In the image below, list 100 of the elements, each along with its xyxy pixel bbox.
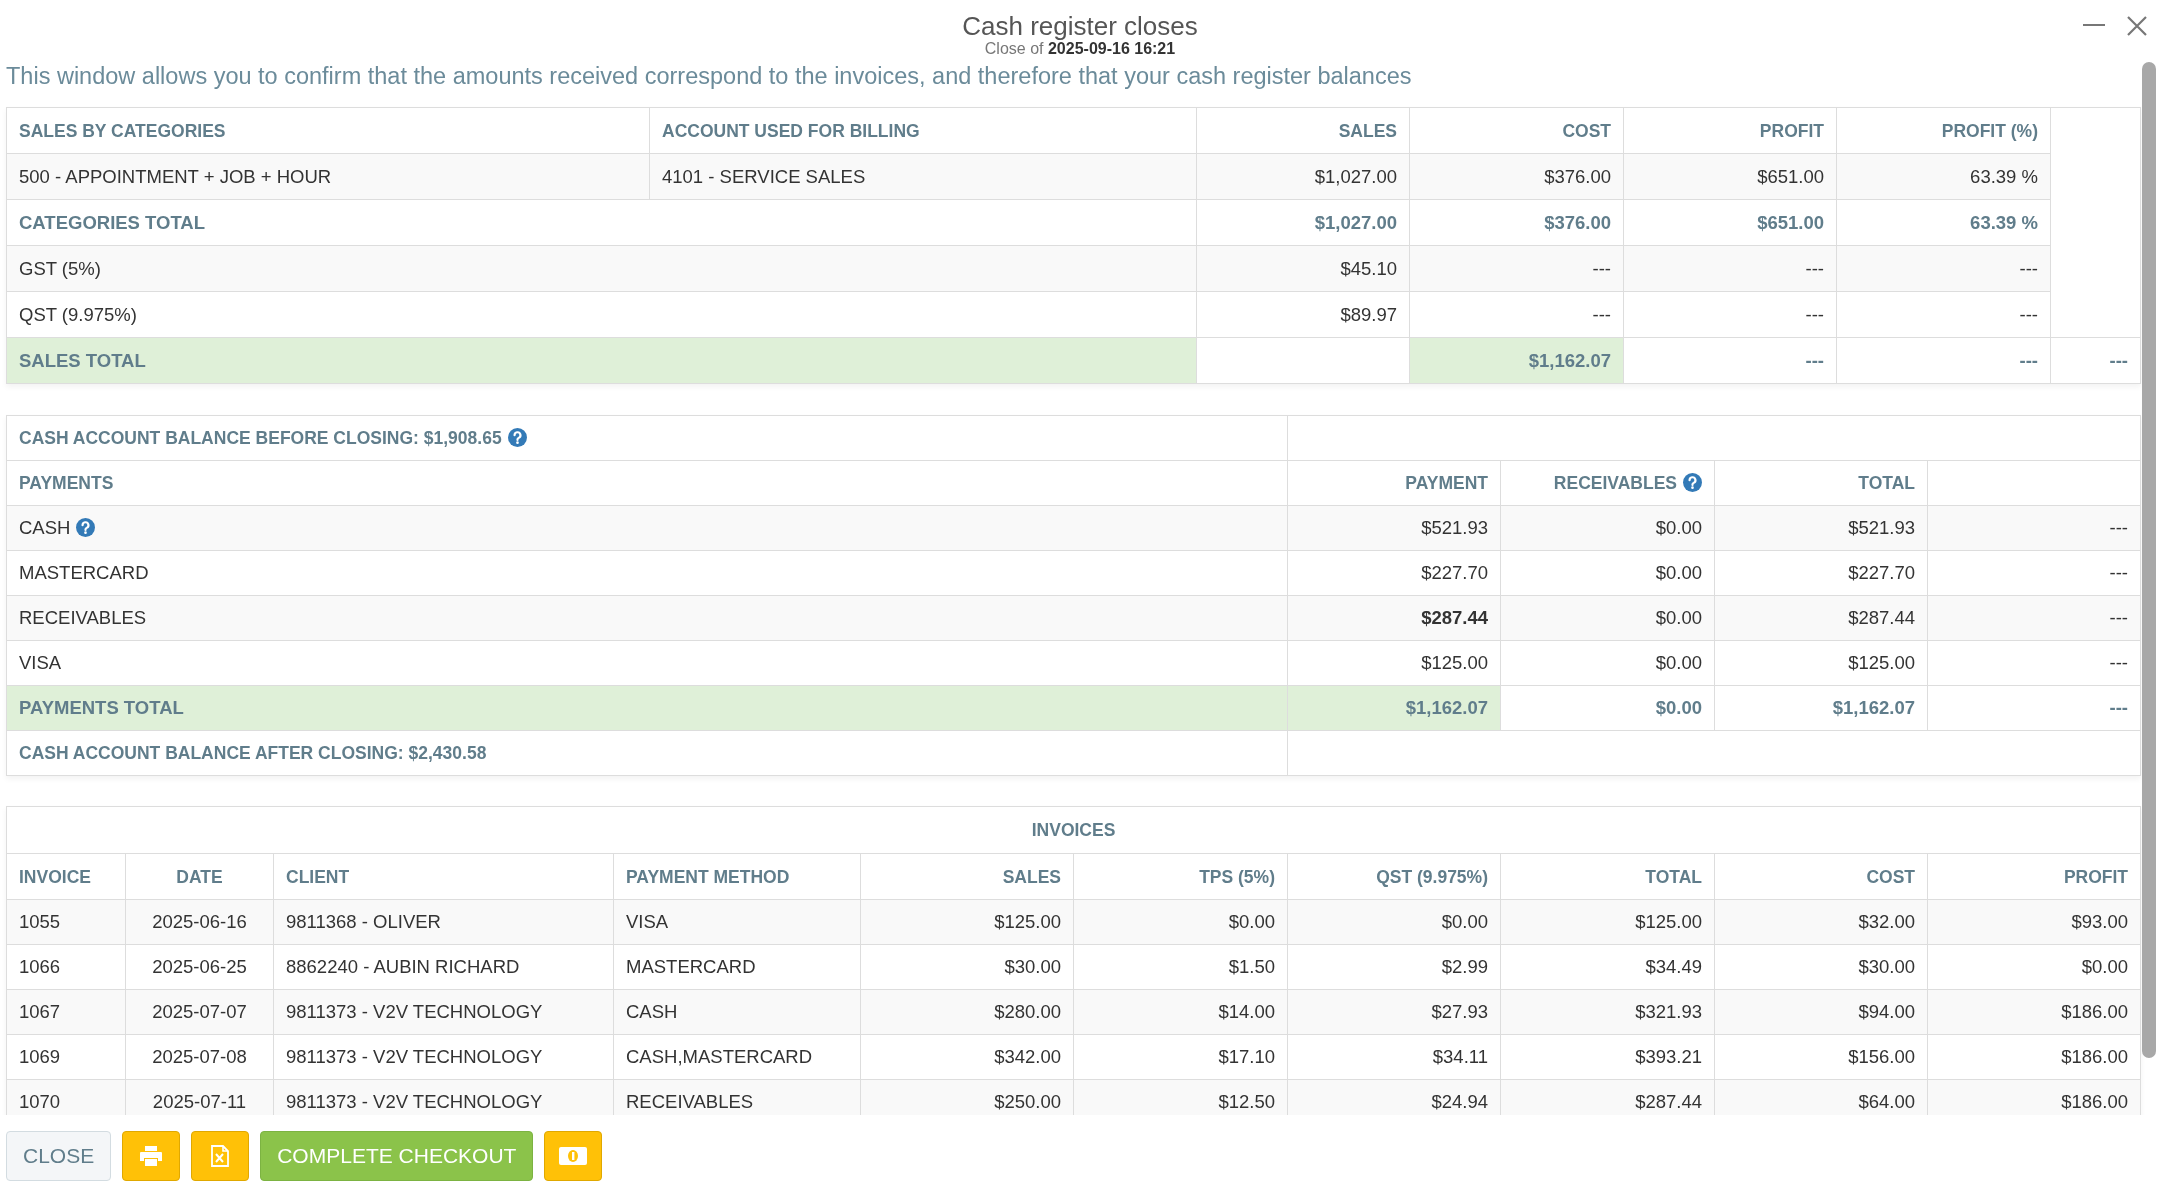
table-cell: $125.00: [860, 899, 1074, 945]
table-header: QST (9.975%): [1287, 853, 1501, 900]
payment-method: VISA: [19, 652, 62, 673]
table-header: SALES BY CATEGORIES: [6, 107, 650, 154]
table-header: TPS (5%): [1073, 853, 1288, 900]
table-cell: $1,162.07: [1409, 337, 1624, 384]
export-button[interactable]: [191, 1131, 250, 1181]
table-cell: ---: [1836, 337, 2051, 384]
file-x-icon: [211, 1145, 230, 1167]
table-cell: ---: [1409, 245, 1624, 292]
table-cell: $287.44: [1287, 595, 1501, 641]
table-cell: $125.00: [1500, 899, 1715, 945]
table-cell: ---: [1623, 337, 1837, 384]
table-cell: ---: [1927, 550, 2141, 596]
table-cell: 2025-07-08: [125, 1034, 274, 1080]
table-header: PAYMENT METHOD: [613, 853, 861, 900]
help-icon[interactable]: [76, 518, 96, 537]
table-cell: ---: [2050, 337, 2141, 384]
column-header: RECEIVABLES: [1553, 473, 1677, 493]
table-cell: 1067: [6, 989, 126, 1035]
table-cell: SALES TOTAL: [6, 337, 1197, 384]
table-cell: $2.99: [1287, 944, 1501, 990]
table-cell: $45.10: [1196, 245, 1410, 292]
table-cell: 63.39 %: [1836, 199, 2051, 246]
window-subtitle: Close of 2025-09-16 16:21: [984, 41, 1176, 57]
table-cell: $89.97: [1196, 291, 1410, 338]
cash-button[interactable]: [544, 1131, 603, 1181]
table-cell: $1,027.00: [1196, 199, 1410, 246]
help-icon[interactable]: [507, 428, 527, 447]
table-cell: CATEGORIES TOTAL: [6, 199, 1197, 246]
table-cell: $27.93: [1287, 989, 1501, 1035]
table-cell: $30.00: [860, 944, 1074, 990]
table-header: INVOICES: [6, 806, 2141, 854]
table-cell: $321.93: [1500, 989, 1715, 1035]
table-header: COST: [1714, 853, 1928, 900]
table-cell: 9811373 - V2V TECHNOLOGY: [273, 1034, 614, 1080]
table-header: PROFIT: [1927, 853, 2141, 900]
print-button[interactable]: [122, 1131, 181, 1181]
table-cell: $17.10: [1073, 1034, 1288, 1080]
table-cell: 1066: [6, 944, 126, 990]
table-cell: $0.00: [1073, 899, 1288, 945]
scrollbar-thumb[interactable]: [2142, 62, 2156, 1058]
balance-text: CASH ACCOUNT BALANCE BEFORE CLOSING: $1,908.65: [19, 428, 502, 448]
table-cell: PAYMENTS TOTAL: [6, 685, 1288, 731]
table-cell: 9811368 - OLIVER: [273, 899, 614, 945]
table-cell: $651.00: [1623, 199, 1837, 246]
table-cell: $0.00: [1500, 685, 1715, 731]
table-cell: $1,162.07: [1714, 685, 1928, 731]
table-cell: $227.70: [1714, 550, 1928, 596]
balance-text: CASH ACCOUNT BALANCE AFTER CLOSING: $2,430.58: [19, 743, 487, 763]
table-header: PROFIT: [1623, 107, 1837, 154]
table-cell: $0.00: [1500, 595, 1715, 641]
table-cell: $521.93: [1714, 505, 1928, 551]
table-cell: ---: [1927, 505, 2141, 551]
table-cell: MASTERCARD: [613, 944, 861, 990]
close-button[interactable]: CLOSE: [6, 1131, 112, 1181]
table-cell: GST (5%): [6, 245, 1197, 292]
table-cell: 2025-06-16: [125, 899, 274, 945]
table-cell: $156.00: [1714, 1034, 1928, 1080]
table-cell: 2025-06-25: [125, 944, 274, 990]
table-cell: $34.49: [1500, 944, 1715, 990]
window-title: Cash register closes: [962, 11, 1198, 41]
payment-method: MASTERCARD: [19, 562, 149, 583]
column-header: PAYMENTS: [19, 473, 114, 493]
complete-checkout-button[interactable]: COMPLETE CHECKOUT: [260, 1131, 534, 1181]
table-cell: 8862240 - AUBIN RICHARD: [273, 944, 614, 990]
table-header: DATE: [125, 853, 274, 900]
table-cell: 500 - APPOINTMENT + JOB + HOUR: [6, 153, 650, 200]
help-icon[interactable]: [1683, 473, 1702, 492]
printer-icon: [139, 1145, 164, 1167]
table-cell: 4101 - SERVICE SALES: [649, 153, 1197, 200]
table-cell: ---: [1927, 640, 2141, 686]
table-header: INVOICE: [6, 853, 126, 900]
table-cell: $376.00: [1409, 153, 1624, 200]
table-header: SALES: [860, 853, 1074, 900]
close-icon[interactable]: [2127, 16, 2147, 36]
description-text: This window allows you to confirm that the amounts received correspond to the invoices, and therefore that your cash register balances: [6, 62, 1413, 90]
table-cell: ---: [1927, 685, 2141, 731]
table-cell: $32.00: [1714, 899, 1928, 945]
table-cell: 2025-07-07: [125, 989, 274, 1035]
table-cell: $0.00: [1287, 899, 1501, 945]
column-header: PAYMENT: [1405, 473, 1488, 493]
table-header: CLIENT: [273, 853, 614, 900]
table-header: PROFIT (%): [1836, 107, 2051, 154]
table-cell: $342.00: [860, 1034, 1074, 1080]
table-cell: $0.00: [1927, 944, 2141, 990]
table-cell: 63.39 %: [1836, 153, 2051, 200]
table-cell: $1.50: [1073, 944, 1288, 990]
table-cell: CASH,MASTERCARD: [613, 1034, 861, 1080]
table-cell: $34.11: [1287, 1034, 1501, 1080]
banknote-icon: [559, 1147, 588, 1165]
table-cell: $30.00: [1714, 944, 1928, 990]
table-cell: $1,162.07: [1287, 685, 1501, 731]
table-cell: $125.00: [1714, 640, 1928, 686]
table-cell: $521.93: [1287, 505, 1501, 551]
table-cell: $0.00: [1500, 640, 1715, 686]
table-cell: 1055: [6, 899, 126, 945]
table-cell: ---: [1836, 291, 2051, 338]
payment-method: CASH: [19, 517, 71, 538]
table-cell: QST (9.975%): [6, 291, 1197, 338]
